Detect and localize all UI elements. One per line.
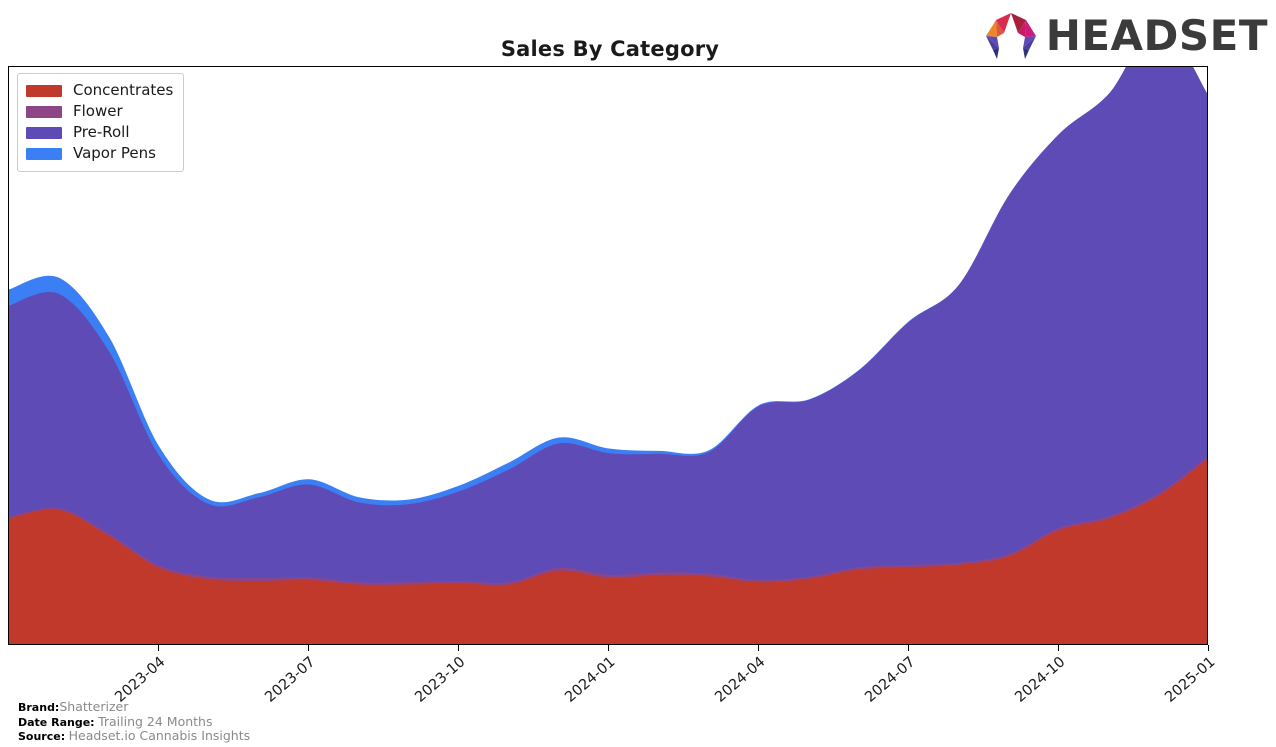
footer-key-brand: Brand: bbox=[18, 701, 60, 714]
x-axis-tick-label: 2024-04 bbox=[712, 654, 769, 706]
footer-row-source: Source: Headset.io Cannabis Insights bbox=[18, 729, 250, 744]
footer-row-date-range: Date Range: Trailing 24 Months bbox=[18, 713, 250, 730]
x-axis-tick-label: 2024-10 bbox=[1012, 654, 1069, 706]
footer-value-source: Headset.io Cannabis Insights bbox=[68, 728, 251, 743]
x-axis-tick-label: 2024-07 bbox=[862, 654, 919, 706]
legend-swatch-flower bbox=[26, 105, 62, 118]
stacked-area-plot bbox=[9, 67, 1207, 644]
legend-item-vapor-pens[interactable]: Vapor Pens bbox=[26, 143, 173, 164]
footer-key-source: Source: bbox=[18, 730, 66, 743]
legend-item-pre-roll[interactable]: Pre-Roll bbox=[26, 122, 173, 143]
x-axis: 2023-04 2023-07 2023-10 2024-01 2024-04 2024-… bbox=[0, 645, 1276, 706]
x-axis-tick bbox=[308, 645, 309, 651]
headset-logo: HEADSET bbox=[982, 10, 1268, 62]
plot-area: Concentrates Flower Pre-Roll Vapor Pens bbox=[8, 66, 1208, 645]
footer-value-brand: Shatterizer bbox=[59, 699, 129, 714]
x-axis-tick-label: 2025-01 bbox=[1162, 654, 1219, 706]
x-axis-tick-label: 2024-01 bbox=[562, 654, 619, 706]
legend-item-flower[interactable]: Flower bbox=[26, 101, 173, 122]
x-axis-tick bbox=[1058, 645, 1059, 651]
legend-label-concentrates: Concentrates bbox=[73, 81, 174, 99]
legend-item-concentrates[interactable]: Concentrates bbox=[26, 80, 173, 101]
x-axis-tick-label: 2023-07 bbox=[262, 654, 319, 706]
x-axis-tick bbox=[908, 645, 909, 651]
legend: Concentrates Flower Pre-Roll Vapor Pens bbox=[17, 73, 185, 172]
sales-by-category-chart: Sales By Category HEADSET Concentrates F… bbox=[0, 0, 1276, 747]
footer-key-date-range: Date Range: bbox=[18, 715, 95, 729]
x-axis-tick-label: 2023-10 bbox=[412, 654, 469, 706]
x-axis-tick bbox=[458, 645, 459, 651]
legend-label-flower: Flower bbox=[73, 102, 123, 120]
legend-swatch-vapor-pens bbox=[26, 147, 62, 160]
legend-label-pre-roll: Pre-Roll bbox=[73, 123, 130, 141]
x-axis-tick bbox=[158, 645, 159, 651]
legend-label-vapor-pens: Vapor Pens bbox=[73, 144, 156, 162]
x-axis-tick bbox=[608, 645, 609, 651]
headset-horseshoe-logo-icon bbox=[985, 13, 1036, 59]
legend-swatch-concentrates bbox=[26, 84, 62, 97]
footer-value-date-range: Trailing 24 Months bbox=[98, 713, 213, 729]
x-axis-tick bbox=[758, 645, 759, 651]
brand-wordmark: HEADSET bbox=[1045, 11, 1268, 60]
footer-row-brand: Brand:Shatterizer bbox=[18, 700, 250, 715]
footer-metadata: Brand:Shatterizer Date Range: Trailing 2… bbox=[18, 700, 250, 744]
legend-swatch-pre-roll bbox=[26, 126, 62, 139]
x-axis-tick bbox=[1208, 645, 1209, 651]
